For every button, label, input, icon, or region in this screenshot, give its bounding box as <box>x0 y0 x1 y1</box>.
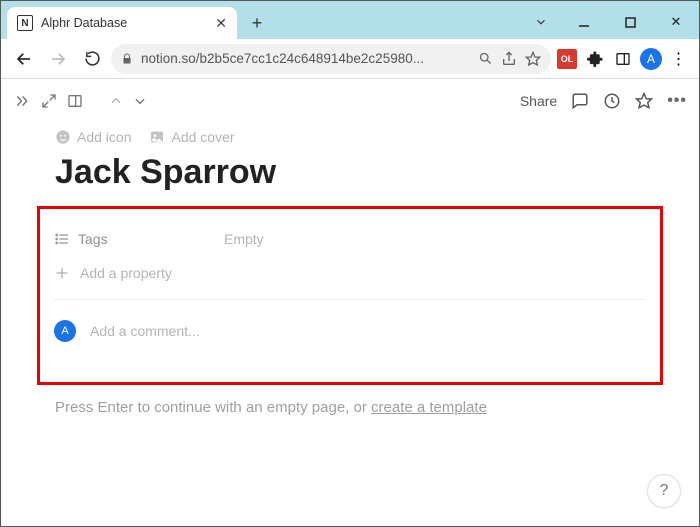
history-prev-icon[interactable] <box>109 94 123 108</box>
property-row[interactable]: Tags Empty <box>50 225 650 253</box>
open-sidebar-icon[interactable] <box>13 94 31 108</box>
browser-toolbar: notion.so/b2b5ce7cc1c24c648914be2c25980.… <box>1 39 699 79</box>
page-content: Add icon Add cover Jack Sparrow Tags Emp… <box>1 123 699 430</box>
page-more-menu[interactable]: ••• <box>667 92 687 110</box>
add-icon-label: Add icon <box>77 129 131 145</box>
window-minimize-button[interactable] <box>561 5 607 39</box>
comment-input-row[interactable]: A Add a comment... <box>50 300 650 342</box>
empty-page-hint: Press Enter to continue with an empty pa… <box>55 385 645 430</box>
address-bar[interactable]: notion.so/b2b5ce7cc1c24c648914be2c25980.… <box>111 44 551 74</box>
profile-avatar[interactable]: A <box>639 47 663 71</box>
side-panel-icon[interactable] <box>611 47 635 71</box>
chrome-menu-button[interactable]: ⋮ <box>667 47 691 71</box>
window-controls: ✕ <box>521 5 699 39</box>
nav-back-button[interactable] <box>9 44 39 74</box>
browser-tab[interactable]: N Alphr Database ✕ <box>7 7 237 39</box>
notion-favicon: N <box>17 15 33 31</box>
lock-icon <box>121 52 133 66</box>
nav-forward-button[interactable] <box>43 44 73 74</box>
window-titlebar: N Alphr Database ✕ + ✕ <box>1 1 699 39</box>
expand-fullwidth-icon[interactable] <box>41 93 57 109</box>
nav-reload-button[interactable] <box>77 44 107 74</box>
peek-mode-icon[interactable] <box>67 93 83 109</box>
add-cover-label: Add cover <box>171 129 234 145</box>
page-cover-actions: Add icon Add cover <box>55 123 645 153</box>
url-text: notion.so/b2b5ce7cc1c24c648914be2c25980.… <box>141 51 470 66</box>
bookmark-star-icon[interactable] <box>525 51 541 67</box>
property-value[interactable]: Empty <box>224 231 264 247</box>
extensions-puzzle-icon[interactable] <box>583 47 607 71</box>
tab-search-icon[interactable] <box>521 5 561 39</box>
window-maximize-button[interactable] <box>607 5 653 39</box>
add-cover-button[interactable]: Add cover <box>149 129 234 145</box>
extension-ol[interactable]: OL <box>555 47 579 71</box>
notion-topbar: Share ••• <box>1 79 699 123</box>
property-name[interactable]: Tags <box>54 231 214 247</box>
share-button[interactable]: Share <box>520 93 557 109</box>
add-property-label: Add a property <box>80 265 172 281</box>
highlight-annotation: Tags Empty Add a property A Add a commen… <box>37 206 663 385</box>
hint-prefix: Press Enter to continue with an empty pa… <box>55 399 371 416</box>
extension-ol-badge: OL <box>557 49 577 69</box>
add-icon-button[interactable]: Add icon <box>55 129 131 145</box>
comment-placeholder: Add a comment... <box>90 323 200 339</box>
comment-avatar: A <box>54 320 76 342</box>
page-title[interactable]: Jack Sparrow <box>55 153 645 206</box>
comments-icon[interactable] <box>571 92 589 110</box>
help-label: ? <box>660 482 669 500</box>
updates-clock-icon[interactable] <box>603 92 621 110</box>
help-button[interactable]: ? <box>647 474 681 508</box>
new-tab-button[interactable]: + <box>243 9 271 37</box>
tab-title: Alphr Database <box>41 16 127 30</box>
create-template-link[interactable]: create a template <box>371 399 487 416</box>
history-next-icon[interactable] <box>133 94 147 108</box>
plus-icon <box>54 265 70 281</box>
search-in-page-icon[interactable] <box>478 51 493 66</box>
add-property-button[interactable]: Add a property <box>50 253 650 299</box>
window-close-button[interactable]: ✕ <box>653 5 699 39</box>
multiselect-icon <box>54 231 70 247</box>
share-url-icon[interactable] <box>501 51 517 67</box>
tab-close-icon[interactable]: ✕ <box>215 15 227 32</box>
favorite-star-icon[interactable] <box>635 92 653 110</box>
profile-avatar-letter: A <box>640 48 662 70</box>
property-name-text: Tags <box>78 231 108 247</box>
